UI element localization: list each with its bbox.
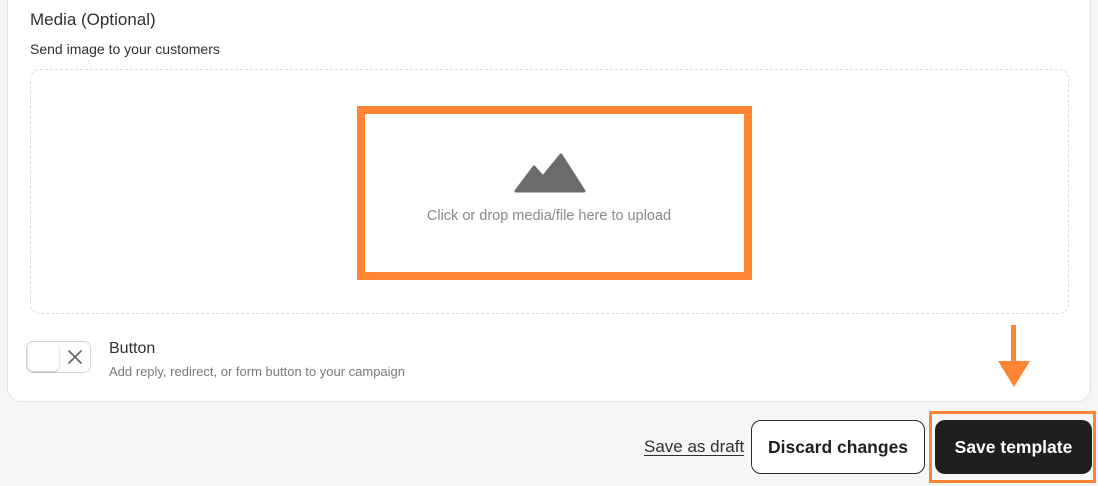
save-template-button[interactable]: Save template — [935, 420, 1092, 474]
image-mountain-icon — [514, 153, 586, 193]
save-as-draft-link[interactable]: Save as draft — [644, 437, 744, 457]
arrow-down-icon — [998, 325, 1030, 387]
close-icon — [68, 350, 82, 364]
button-toggle[interactable] — [26, 341, 91, 373]
upload-instruction-text: Click or drop media/file here to upload — [426, 208, 672, 224]
upload-area-highlight — [357, 106, 752, 280]
upload-instruction: Click or drop media/file here to upload — [0, 208, 1098, 224]
media-section-title: Media (Optional) — [30, 10, 156, 29]
button-section-help: Add reply, redirect, or form button to y… — [109, 364, 406, 379]
page: Media (Optional) Send image to your cust… — [0, 0, 1098, 486]
toggle-knob — [28, 343, 59, 371]
button-section-label: Button — [109, 340, 156, 357]
discard-changes-button[interactable]: Discard changes — [751, 420, 925, 474]
media-section-subtitle: Send image to your customers — [30, 41, 220, 57]
